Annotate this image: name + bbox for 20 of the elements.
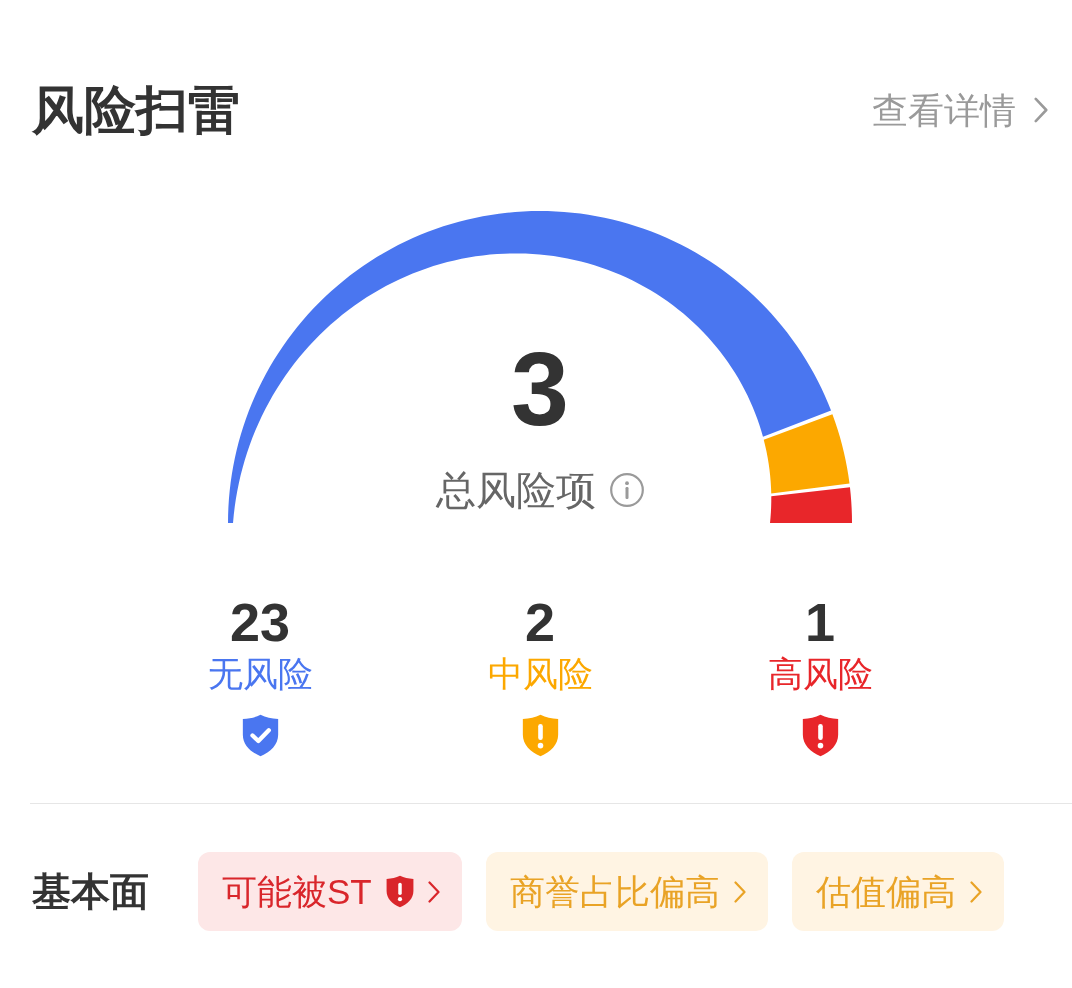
- chevron-right-icon: [733, 881, 746, 903]
- shield-exclamation-icon: [385, 875, 414, 909]
- chevron-right-icon: [969, 881, 982, 903]
- risk-count: 1: [804, 591, 835, 654]
- view-details-link[interactable]: 查看详情: [872, 88, 1048, 132]
- section-label: 基本面: [32, 868, 149, 915]
- risk-level-label: 无风险: [207, 653, 313, 696]
- card-title: 风险扫雷: [32, 80, 240, 141]
- risk-count: 23: [229, 591, 291, 654]
- chevron-right-icon: [1034, 97, 1048, 124]
- risk-tag[interactable]: 估值偏高: [791, 852, 1004, 932]
- total-risk-label: 总风险项: [436, 467, 596, 515]
- risk-tag[interactable]: 商誉占比偏高: [485, 852, 768, 932]
- info-icon[interactable]: [610, 473, 644, 508]
- chevron-right-icon: [427, 881, 440, 903]
- risk-tag[interactable]: 可能被ST: [198, 852, 462, 932]
- risk-level-label: 中风险: [487, 653, 593, 696]
- risk-level-label: 高风险: [767, 653, 873, 696]
- risk-count: 2: [524, 591, 555, 654]
- total-risk-count: 3: [511, 337, 569, 442]
